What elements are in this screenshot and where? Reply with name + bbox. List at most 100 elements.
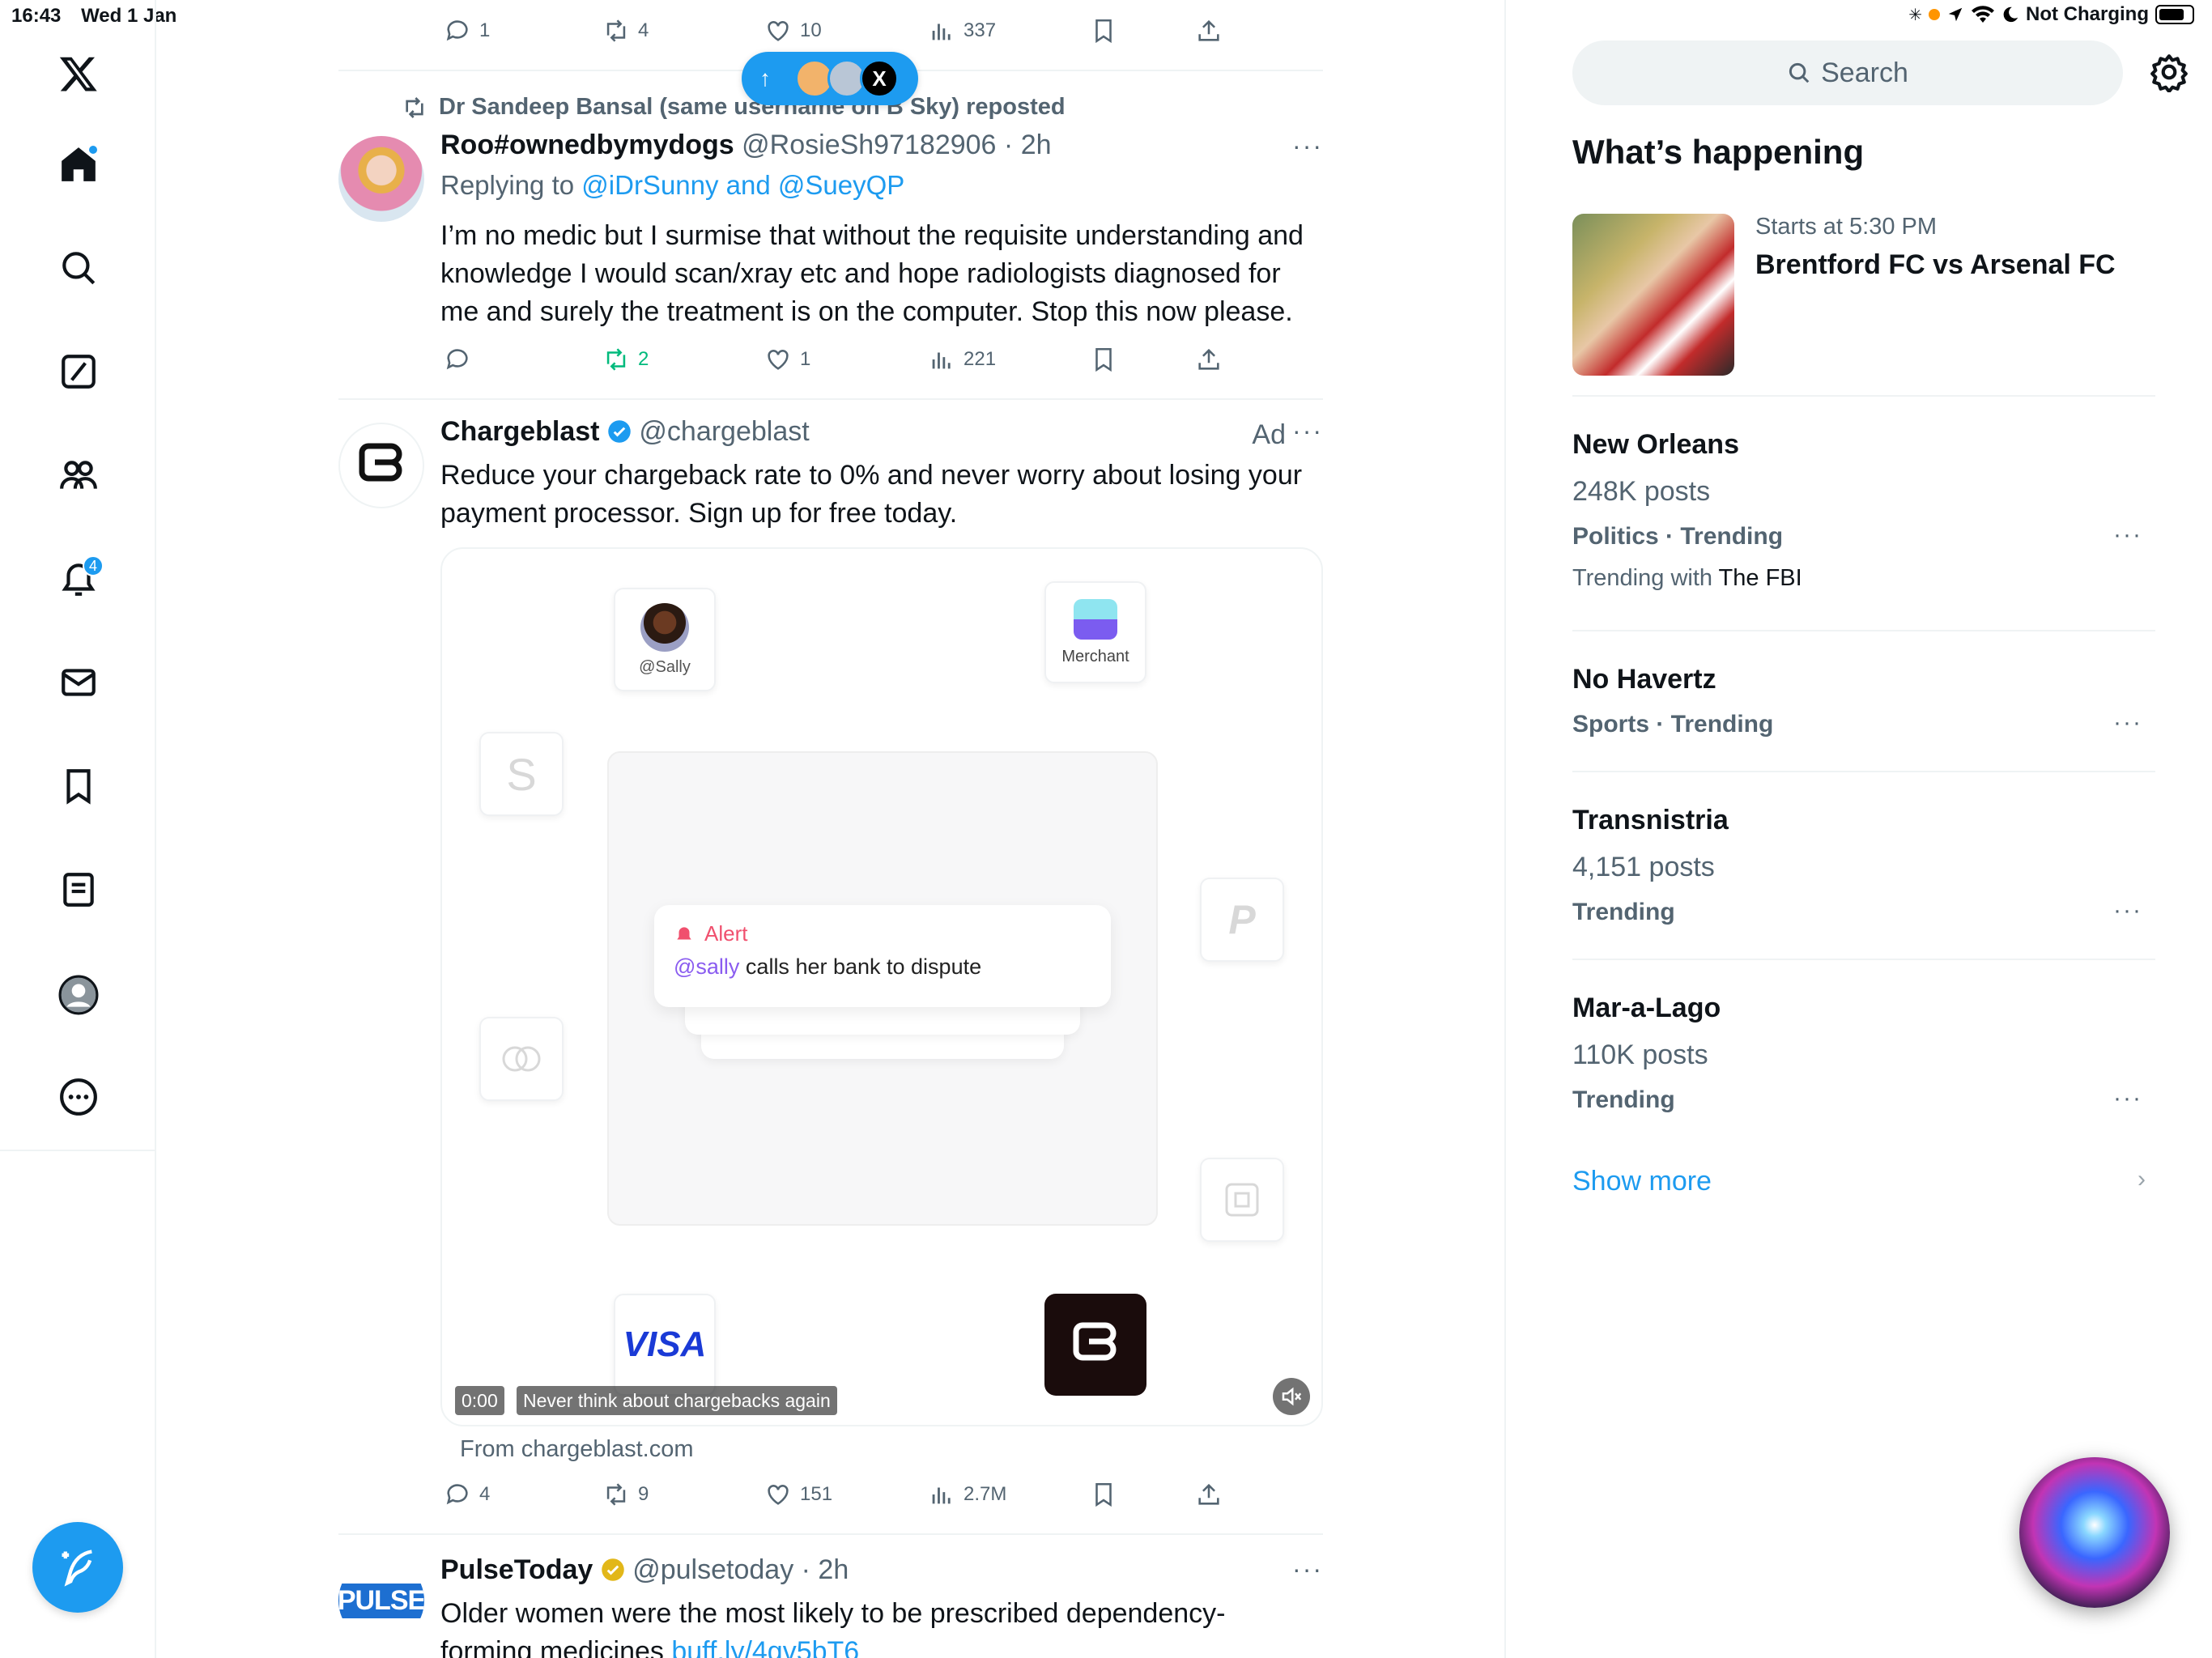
reply-button[interactable]: [444, 346, 602, 373]
author-name[interactable]: Chargeblast: [440, 416, 600, 447]
nav-separator: [0, 1150, 156, 1151]
alert-title: Alert: [704, 921, 748, 946]
trend-title[interactable]: New Orleans: [1572, 429, 1739, 461]
views-button[interactable]: 337: [928, 17, 1090, 45]
search-icon: [1789, 62, 1810, 83]
show-more-link[interactable]: Show more: [1572, 1166, 1712, 1197]
compose-feather-icon: [62, 1550, 92, 1587]
share-button[interactable]: [1195, 1481, 1223, 1508]
author-handle[interactable]: @RosieSh97182906: [742, 130, 996, 160]
heart-icon: [768, 21, 789, 41]
tweet-header: Roo#ownedbymydogs @RosieSh97182906 · 2h: [440, 130, 1052, 161]
trend-with-link[interactable]: The FBI: [1719, 565, 1802, 591]
search-input[interactable]: Search: [1572, 40, 2123, 105]
tweet-link[interactable]: buff.ly/4gv5bT6: [671, 1636, 859, 1658]
trend-title[interactable]: Mar-a-Lago: [1572, 993, 1721, 1024]
repost-button[interactable]: 9: [602, 1481, 764, 1508]
reply-button[interactable]: 1: [444, 17, 602, 45]
x-logo-icon[interactable]: [52, 47, 105, 100]
arrow-up-icon: ↑: [759, 66, 771, 91]
like-button[interactable]: 10: [764, 17, 928, 45]
chevron-right-icon[interactable]: ›: [2138, 1166, 2146, 1193]
bookmark-button[interactable]: [1090, 17, 1195, 45]
post-time[interactable]: · 2h: [802, 1554, 849, 1585]
grok-icon[interactable]: [52, 345, 105, 398]
author-name[interactable]: Roo#ownedbymydogs: [440, 130, 734, 160]
compose-post-button[interactable]: [32, 1522, 123, 1613]
trend-more-icon[interactable]: ···: [2113, 1085, 2142, 1112]
chargeblast-logo-icon: [359, 443, 402, 482]
reply-icon: [446, 20, 468, 41]
bookmarks-icon[interactable]: [52, 759, 105, 813]
views-button[interactable]: 221: [928, 346, 1090, 373]
more-options-icon[interactable]: ···: [1292, 131, 1323, 161]
messages-icon[interactable]: [52, 656, 105, 709]
trend-title[interactable]: No Havertz: [1572, 664, 1716, 695]
bookmark-button[interactable]: [1090, 1481, 1195, 1508]
chargeblast-app-icon: [1044, 1294, 1146, 1396]
event-title[interactable]: Brentford FC vs Arsenal FC: [1755, 249, 2116, 281]
ad-video-media[interactable]: @Sally Merchant S P Alert @sally calls h…: [440, 547, 1323, 1426]
tweet-header: Chargeblast @chargeblast: [440, 416, 810, 448]
author-handle[interactable]: @chargeblast: [639, 416, 809, 447]
reply-button[interactable]: 4: [444, 1481, 602, 1508]
mute-button[interactable]: [1273, 1378, 1310, 1415]
trend-posts: 4,151 posts: [1572, 852, 1715, 882]
pulse-logo: PULSE: [338, 1583, 424, 1618]
reposted-by-line[interactable]: Dr Sandeep Bansal (same username on B Sk…: [402, 94, 1066, 121]
chargeblast-avatar[interactable]: [338, 423, 424, 508]
like-button[interactable]: 151: [764, 1481, 928, 1508]
pulse-avatar[interactable]: PULSE: [338, 1558, 424, 1643]
home-unread-dot: [87, 144, 99, 155]
more-options-icon[interactable]: ···: [1292, 1554, 1323, 1584]
alert-text: calls her bank to dispute: [739, 954, 982, 979]
trend-title[interactable]: Transnistria: [1572, 805, 1729, 836]
siri-orb-icon[interactable]: [2019, 1457, 2170, 1608]
ad-source-link[interactable]: From chargeblast.com: [460, 1436, 694, 1463]
trend-category: Sports · Trending: [1572, 711, 1774, 738]
trend-with: Trending with The FBI: [1572, 565, 1802, 591]
repost-button[interactable]: 4: [602, 17, 764, 45]
bookmark-icon: [1095, 1482, 1112, 1507]
trend-more-icon[interactable]: ···: [2113, 897, 2142, 925]
tweet-actions: 2 1 221: [444, 343, 1237, 376]
replying-to-link[interactable]: @iDrSunny and @SueyQP: [581, 170, 904, 200]
repost-icon: [606, 19, 626, 42]
home-icon[interactable]: [52, 138, 105, 191]
like-button[interactable]: 1: [764, 346, 928, 373]
share-button[interactable]: [1195, 17, 1223, 45]
timeline-feed: 1 4 10 337 ↑ X Dr Sandeep Bansal (same u…: [338, 0, 1323, 1658]
author-name[interactable]: PulseToday: [440, 1554, 593, 1585]
sally-chip: @Sally: [614, 588, 716, 691]
profile-avatar[interactable]: [52, 968, 105, 1022]
speaker-muted-icon: [1282, 1387, 1302, 1406]
communities-icon[interactable]: [52, 449, 105, 502]
avatar[interactable]: [338, 136, 424, 222]
author-handle[interactable]: @pulsetoday: [632, 1554, 793, 1585]
trend-divider: [1572, 630, 2155, 631]
notifications-badge: 4: [83, 555, 104, 576]
repost-button[interactable]: 2: [602, 346, 764, 373]
reply-icon: [446, 349, 468, 370]
trend-more-icon[interactable]: ···: [2113, 521, 2142, 549]
repost-icon: [606, 348, 626, 371]
event-image[interactable]: [1572, 214, 1734, 376]
more-icon[interactable]: [52, 1070, 105, 1124]
new-posts-pill[interactable]: ↑ X: [742, 52, 918, 105]
trend-more-icon[interactable]: ···: [2113, 709, 2142, 737]
settings-gear-icon[interactable]: [2149, 52, 2189, 92]
tweet-header: PulseToday @pulsetoday · 2h: [440, 1554, 849, 1586]
trend-divider: [1572, 771, 2155, 772]
notifications-icon[interactable]: 4: [52, 552, 105, 606]
tweet-text: I’m no medic but I surmise that without …: [440, 220, 1304, 327]
video-timestamp: 0:00: [455, 1386, 504, 1415]
video-caption: Never think about chargebacks again: [517, 1386, 837, 1415]
bookmark-button[interactable]: [1090, 346, 1195, 373]
search-icon[interactable]: [52, 241, 105, 295]
tweet-divider: [338, 1533, 1323, 1535]
views-button[interactable]: 2.7M: [928, 1481, 1090, 1508]
lists-icon[interactable]: [52, 863, 105, 916]
more-options-icon[interactable]: ···: [1292, 416, 1323, 446]
post-time[interactable]: · 2h: [1004, 130, 1052, 160]
share-button[interactable]: [1195, 346, 1223, 373]
